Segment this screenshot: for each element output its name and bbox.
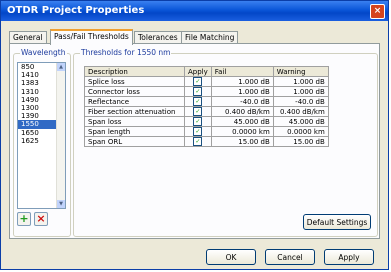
tab-general[interactable]: General (9, 31, 47, 43)
fail-value[interactable]: -40.0 dB (210, 96, 274, 107)
warning-value[interactable]: 1.000 dB (272, 86, 329, 97)
table-row: Splice loss ✓ 1.000 dB 1.000 dB (84, 76, 329, 87)
apply-checkbox[interactable]: ✓ (193, 137, 203, 146)
add-icon[interactable]: + (17, 212, 31, 226)
remove-icon[interactable]: × (34, 212, 48, 226)
fail-value[interactable]: 1.000 dB (210, 76, 274, 87)
fail-value[interactable]: 15.00 dB (210, 136, 274, 147)
apply-checkbox[interactable]: ✓ (193, 77, 203, 86)
thresholds-label: Thresholds for 1550 nm (80, 48, 172, 57)
tab-panel: Wavelength 850 1410 1383 1310 1490 1300 … (9, 43, 380, 239)
row-description: Span length (84, 126, 185, 137)
fail-value[interactable]: 0.0000 km (210, 126, 274, 137)
tab-pass-fail-thresholds[interactable]: Pass/Fail Thresholds (50, 29, 133, 45)
row-description: Fiber section attenuation (84, 106, 185, 117)
apply-checkbox[interactable]: ✓ (193, 87, 203, 96)
table-row: Reflectance ✓ -40.0 dB -40.0 dB (84, 96, 329, 107)
warning-value[interactable]: 15.00 dB (272, 136, 329, 147)
thresholds-group: Thresholds for 1550 nm Description Apply… (73, 48, 378, 237)
row-description: Span loss (84, 116, 185, 127)
wavelength-list[interactable]: 850 1410 1383 1310 1490 1300 1390 1550 1… (17, 62, 66, 209)
cancel-button[interactable]: Cancel (265, 249, 315, 265)
table-row: Connector loss ✓ 1.000 dB 1.000 dB (84, 86, 329, 97)
warning-value[interactable]: 1.000 dB (272, 76, 329, 87)
table-row: Span ORL ✓ 15.00 dB 15.00 dB (84, 136, 329, 147)
close-icon[interactable]: × (370, 4, 385, 19)
default-settings-button[interactable]: Default Settings (303, 214, 371, 230)
warning-value[interactable]: 0.0000 km (272, 126, 329, 137)
apply-checkbox[interactable]: ✓ (193, 107, 203, 116)
wavelength-group: Wavelength 850 1410 1383 1310 1490 1300 … (13, 48, 71, 237)
table-row: Span loss ✓ 45.000 dB 45.000 dB (84, 116, 329, 127)
table-row: Span length ✓ 0.0000 km 0.0000 km (84, 126, 329, 137)
warning-value[interactable]: 45.000 dB (272, 116, 329, 127)
row-description: Splice loss (84, 76, 185, 87)
warning-value[interactable]: -40.0 dB (272, 96, 329, 107)
row-description: Span ORL (84, 136, 185, 147)
row-description: Reflectance (84, 96, 185, 107)
row-description: Connector loss (84, 86, 185, 97)
thresholds-table: Description Apply Fail Warning Splice lo… (84, 66, 329, 147)
fail-value[interactable]: 1.000 dB (210, 86, 274, 97)
tab-file-matching[interactable]: File Matching (181, 31, 239, 43)
warning-value[interactable]: 0.400 dB/km (272, 106, 329, 117)
column-header-apply: Apply (184, 66, 212, 77)
fail-value[interactable]: 45.000 dB (210, 116, 274, 127)
apply-button[interactable]: Apply (324, 249, 374, 265)
apply-checkbox[interactable]: ✓ (193, 97, 203, 106)
apply-checkbox[interactable]: ✓ (193, 127, 203, 136)
fail-value[interactable]: 0.400 dB/km (210, 106, 274, 117)
column-header-fail: Fail (210, 66, 274, 77)
scroll-up-icon[interactable]: ▲ (57, 63, 65, 71)
table-header-row: Description Apply Fail Warning (84, 66, 329, 77)
table-row: Fiber section attenuation ✓ 0.400 dB/km … (84, 106, 329, 117)
window-title: OTDR Project Properties (7, 5, 145, 16)
dialog-window: OTDR Project Properties × General Pass/F… (0, 0, 389, 270)
ok-button[interactable]: OK (206, 249, 256, 265)
column-header-warning: Warning (272, 66, 329, 77)
column-header-description: Description (84, 66, 185, 77)
title-bar[interactable]: OTDR Project Properties × (1, 1, 388, 21)
scroll-down-icon[interactable]: ▼ (57, 200, 65, 208)
apply-checkbox[interactable]: ✓ (193, 117, 203, 126)
wavelength-label: Wavelength (20, 48, 67, 57)
list-scrollbar[interactable]: ▲ ▼ (56, 63, 65, 208)
tab-tolerances[interactable]: Tolerances (134, 31, 182, 43)
